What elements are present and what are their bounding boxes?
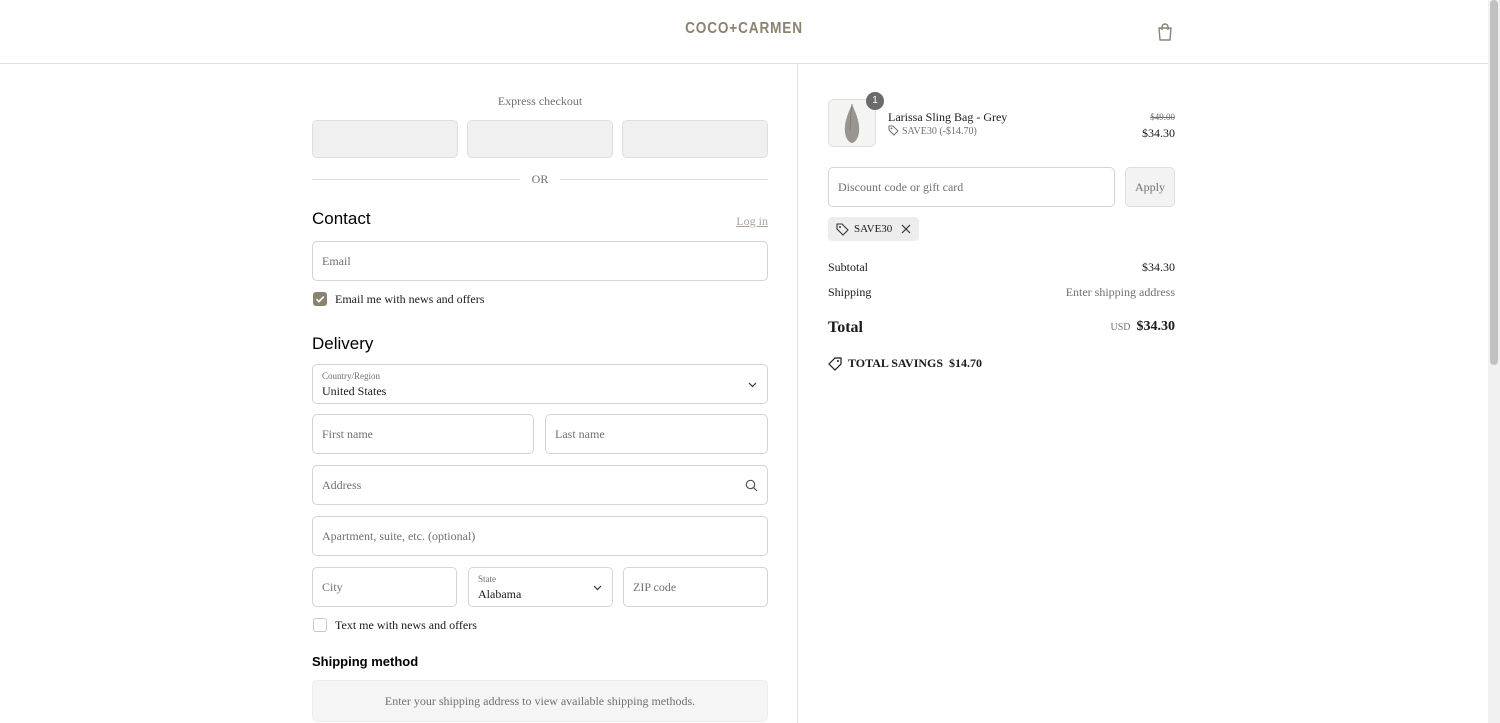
shipping-label: Shipping — [828, 285, 872, 299]
tag-icon — [836, 222, 849, 236]
address-placeholder: Address — [322, 478, 362, 492]
scrollbar-thumb[interactable] — [1490, 0, 1498, 365]
original-price: $49.00 — [1150, 112, 1175, 122]
applied-code: SAVE30 — [854, 223, 893, 235]
express-pay-button-2[interactable] — [467, 120, 613, 158]
shipping-method-message: Enter your shipping address to view avai… — [312, 680, 768, 722]
express-pay-button-3[interactable] — [622, 120, 768, 158]
first-name-placeholder: First name — [322, 427, 373, 441]
city-field[interactable]: City — [312, 567, 457, 607]
tag-icon — [828, 356, 842, 371]
close-icon[interactable] — [901, 224, 911, 234]
bag-icon[interactable] — [1156, 22, 1174, 42]
or-divider: OR — [312, 172, 768, 186]
address-field[interactable]: Address — [312, 465, 768, 505]
first-name-field[interactable]: First name — [312, 414, 534, 454]
brand-logo[interactable]: COCO+CARMEN — [112, 20, 1377, 38]
discount-placeholder: Discount code or gift card — [838, 180, 964, 194]
check-icon — [315, 296, 325, 303]
scrollbar[interactable] — [1488, 0, 1500, 723]
currency: USD — [1110, 322, 1131, 333]
quantity-badge: 1 — [866, 92, 884, 110]
chevron-down-icon — [593, 585, 602, 591]
shipping-row: Shipping Enter shipping address — [828, 285, 1175, 300]
subtotal-label: Subtotal — [828, 260, 869, 274]
last-name-placeholder: Last name — [555, 427, 605, 441]
tag-icon — [888, 125, 899, 136]
zip-placeholder: ZIP code — [633, 580, 677, 594]
sms-checkbox[interactable] — [313, 618, 327, 632]
delivery-heading: Delivery — [312, 334, 374, 353]
newsletter-label: Email me with news and offers — [335, 292, 485, 306]
apartment-placeholder: Apartment, suite, etc. (optional) — [322, 529, 476, 543]
subtotal-value: $34.30 — [1142, 260, 1175, 274]
sms-label: Text me with news and offers — [335, 618, 477, 632]
total-value: $34.30 — [1136, 319, 1176, 334]
country-select[interactable]: Country/Region United States — [312, 364, 768, 404]
state-select[interactable]: State Alabama — [468, 567, 613, 607]
product-discount: SAVE30 (-$14.70) — [888, 125, 977, 137]
chevron-down-icon — [748, 382, 757, 388]
email-field[interactable]: Email — [312, 241, 768, 281]
express-pay-button-1[interactable] — [312, 120, 458, 158]
newsletter-checkbox[interactable] — [313, 292, 327, 306]
country-value: United States — [322, 384, 387, 398]
login-link[interactable]: Log in — [736, 214, 768, 229]
total-amount: USD $34.30 — [1110, 319, 1175, 335]
email-placeholder: Email — [322, 254, 351, 268]
zip-field[interactable]: ZIP code — [623, 567, 768, 607]
product-discount-text: SAVE30 (-$14.70) — [902, 126, 977, 137]
savings-label: TOTAL SAVINGS — [848, 356, 944, 370]
shipping-value: Enter shipping address — [1065, 285, 1175, 299]
header: COCO+CARMEN — [0, 0, 1488, 64]
state-value: Alabama — [478, 587, 522, 601]
apartment-field[interactable]: Apartment, suite, etc. (optional) — [312, 516, 768, 556]
search-icon[interactable] — [745, 479, 758, 492]
applied-discount-chip: SAVE30 — [828, 217, 920, 241]
or-text: OR — [531, 172, 549, 186]
apply-button[interactable]: Apply — [1125, 167, 1175, 207]
total-savings: TOTAL SAVINGS $14.70 — [828, 356, 982, 371]
subtotal-row: Subtotal $34.30 — [828, 260, 1175, 275]
city-placeholder: City — [322, 580, 343, 594]
country-label: Country/Region — [322, 371, 380, 381]
express-checkout-label: Express checkout — [497, 94, 583, 108]
total-row: Total USD $34.30 — [828, 319, 1175, 337]
product-price: $34.30 — [1142, 126, 1175, 140]
contact-heading: Contact — [312, 209, 371, 228]
discount-code-input[interactable]: Discount code or gift card — [828, 167, 1115, 207]
state-label: State — [478, 574, 496, 584]
last-name-field[interactable]: Last name — [545, 414, 768, 454]
product-name: Larissa Sling Bag - Grey — [888, 110, 1008, 124]
order-summary-panel — [797, 64, 1489, 723]
savings-value: $14.70 — [949, 356, 983, 370]
shipping-method-heading: Shipping method — [312, 654, 419, 669]
total-label: Total — [828, 319, 863, 336]
